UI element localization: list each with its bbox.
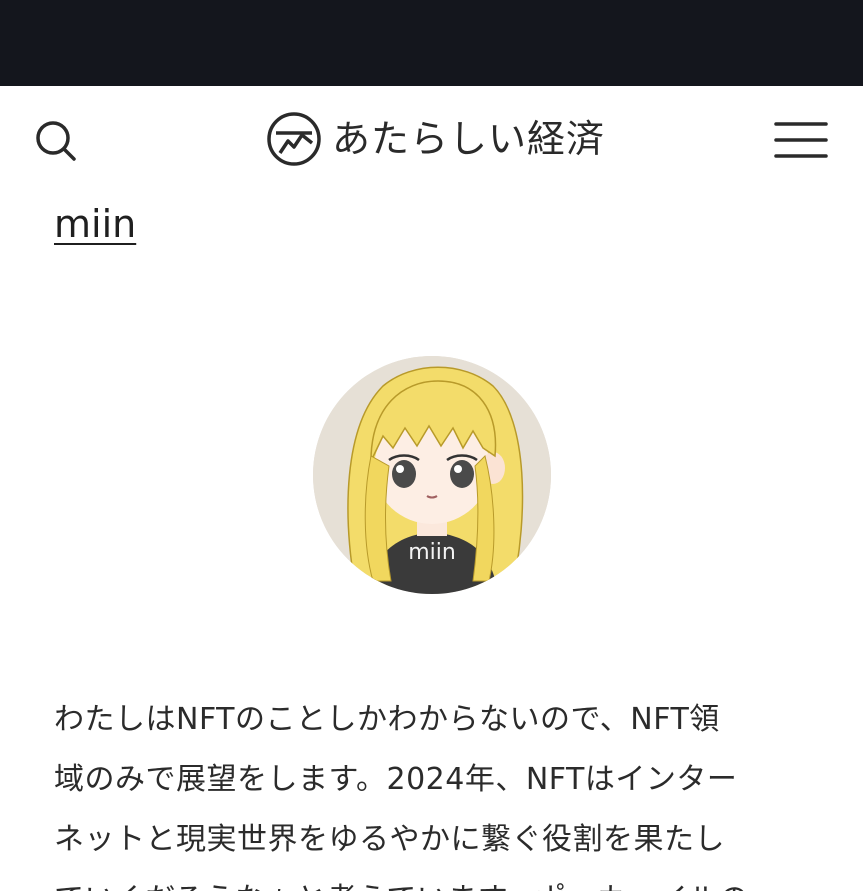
logo-text: あたらしい経済 — [332, 117, 606, 161]
site-logo[interactable]: あたらしい経済 — [266, 110, 605, 168]
site-header: あたらしい経済 — [0, 86, 863, 190]
article-line: わたしはNFTのことしかわからないので、NFT領 — [54, 702, 720, 737]
hamburger-menu-icon — [774, 122, 828, 158]
status-bar — [0, 0, 863, 86]
article-line: ていくだろうなぁと考えています。ポーカーイルの — [54, 870, 814, 891]
author-name-link[interactable]: miin — [54, 198, 136, 250]
article-body: わたしはNFTのことしかわからないので、NFT領 域のみで展望をします。2024… — [54, 690, 814, 891]
avatar-shirt-text: miin — [408, 540, 456, 565]
article-line: ネットと現実世界をゆるやかに繋ぐ役割を果たし — [54, 822, 725, 857]
search-button[interactable] — [28, 114, 84, 170]
search-icon — [36, 121, 76, 161]
article-line: 域のみで展望をします。2024年、NFTはインター — [54, 762, 738, 797]
menu-button[interactable] — [768, 114, 832, 166]
author-avatar: miin — [313, 356, 551, 594]
logo-mark-icon — [267, 112, 321, 166]
